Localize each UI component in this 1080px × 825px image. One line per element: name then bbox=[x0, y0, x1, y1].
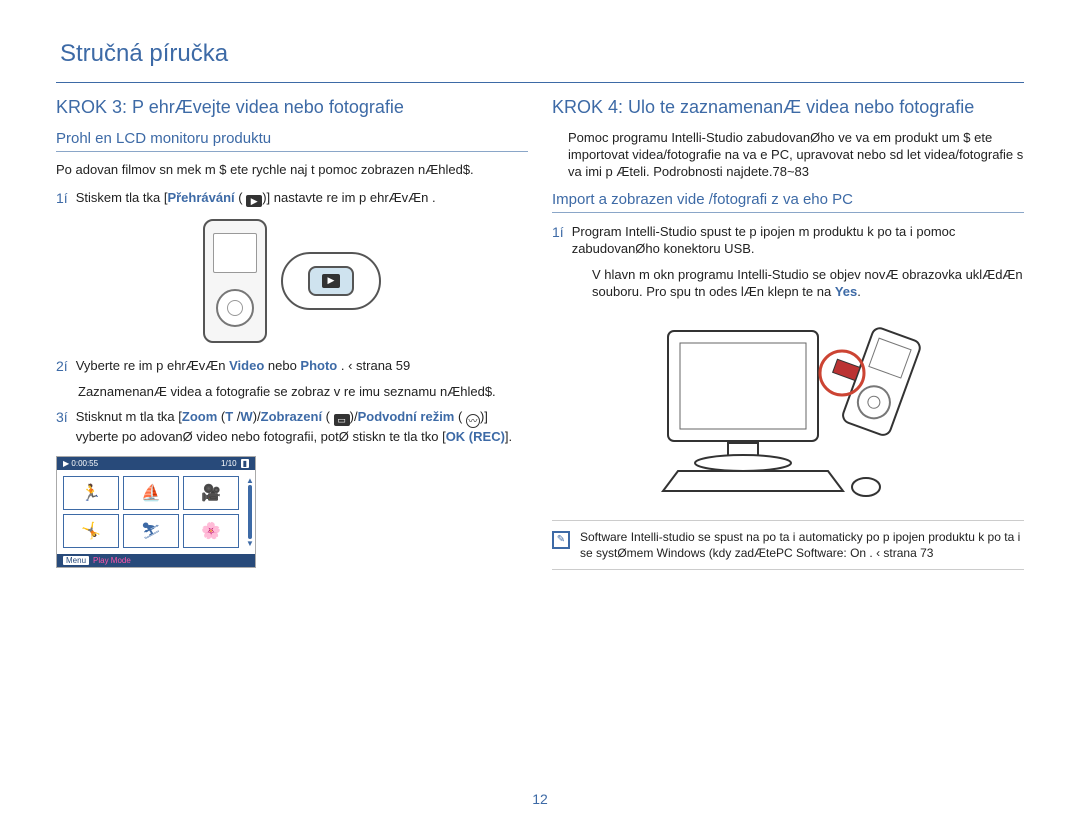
thumb-time: 0:00:55 bbox=[71, 459, 98, 468]
cam-dpad bbox=[216, 289, 254, 327]
thumb-grid-wrap: 🏃 ⛵ 🎥 🤸 ⛷ 🌸 ▲ ▼ bbox=[57, 470, 255, 554]
accent-text: Photo bbox=[300, 358, 337, 373]
pc-illustration-svg bbox=[628, 311, 948, 501]
pc-connection-figure bbox=[628, 311, 948, 504]
accent-text: Zoom bbox=[182, 409, 217, 424]
text: . bbox=[857, 284, 861, 299]
underwater-icon: 〰 bbox=[466, 414, 480, 428]
text: nebo bbox=[264, 358, 300, 373]
sub-rule-left bbox=[56, 151, 528, 152]
scroll-up-icon: ▲ bbox=[246, 476, 254, 485]
text: )/ bbox=[253, 409, 261, 424]
thumbnail-panel: ▶ 0:00:55 1/10 ▮ 🏃 ⛵ 🎥 🤸 ⛷ 🌸 ▲ ▼ bbox=[56, 456, 256, 568]
accent-text: OK (REC) bbox=[446, 429, 505, 444]
accent-text: Zobrazení bbox=[261, 409, 322, 424]
card-icon: ▮ bbox=[241, 459, 249, 468]
step3-intro: Po adovan filmov sn mek m $ ete rychle n… bbox=[56, 162, 528, 179]
play-icon: ▶ bbox=[246, 195, 262, 207]
callout-bubble: ▶ bbox=[281, 252, 381, 310]
list-body: Stiskem tla tka [Přehrávání ( ▶)] nastav… bbox=[76, 189, 528, 207]
step3-heading: KROK 3: P ehrÆvejte videa nebo fotografi… bbox=[56, 97, 528, 118]
note-text: Software Intelli-studio se spust na po t… bbox=[580, 529, 1024, 561]
list-number: 1í bbox=[552, 223, 564, 240]
list-body: Stisknut m tla tka [Zoom (T /W)/Zobrazen… bbox=[76, 408, 528, 446]
accent-text: Přehrávání bbox=[167, 190, 234, 205]
list-body: Program Intelli-Studio spust te p ipojen… bbox=[572, 223, 1024, 258]
thumb-grid: 🏃 ⛵ 🎥 🤸 ⛷ 🌸 bbox=[57, 470, 245, 554]
right-column: KROK 4: Ulo te zaznamenanÆ videa nebo fo… bbox=[552, 97, 1024, 570]
play-icon: ▶ bbox=[322, 274, 340, 288]
text: Vyberte re im p ehrÆvÆn bbox=[76, 358, 229, 373]
list-subtext: ZaznamenanÆ videa a fotografie se zobraz… bbox=[78, 383, 528, 401]
thumb-cell: 🎥 bbox=[183, 476, 239, 510]
text: )/ bbox=[350, 409, 358, 424]
step4-intro: Pomoc programu Intelli-Studio zabudovanØ… bbox=[568, 130, 1024, 181]
thumb-scrollbar: ▲ ▼ bbox=[245, 470, 255, 554]
device-figure: ▶ bbox=[56, 219, 528, 343]
text: ( bbox=[235, 190, 247, 205]
list-item-2: 2í Vyberte re im p ehrÆvÆn Video nebo Ph… bbox=[56, 357, 528, 375]
page-number: 12 bbox=[532, 791, 548, 807]
left-column: KROK 3: P ehrÆvejte videa nebo fotografi… bbox=[56, 97, 528, 570]
scroll-track bbox=[248, 485, 252, 539]
menu-tag: Menu bbox=[63, 556, 89, 565]
text: ]. bbox=[505, 429, 512, 444]
step3-subheading: Prohl en LCD monitoru produktu bbox=[56, 130, 528, 147]
list-subtext: V hlavn m okn programu Intelli-Studio se… bbox=[592, 266, 1024, 301]
text: ( bbox=[322, 409, 334, 424]
page-title: Stručná píručka bbox=[40, 40, 1040, 68]
thumb-topbar: ▶ 0:00:55 1/10 ▮ bbox=[57, 457, 255, 470]
cam-screen bbox=[213, 233, 257, 273]
mode-label: Play Mode bbox=[93, 556, 131, 565]
list-number: 1í bbox=[56, 189, 68, 206]
accent-text: W bbox=[240, 409, 252, 424]
thumb-cell: 🌸 bbox=[183, 514, 239, 548]
thumb-bottombar: Menu Play Mode bbox=[57, 554, 255, 567]
text: V hlavn m okn programu Intelli-Studio se… bbox=[592, 267, 1023, 300]
list-body: Vyberte re im p ehrÆvÆn Video nebo Photo… bbox=[76, 357, 528, 375]
play-button-illustration: ▶ bbox=[308, 266, 354, 296]
list-number: 3í bbox=[56, 408, 68, 425]
list-item-1: 1í Stiskem tla tka [Přehrávání ( ▶)] nas… bbox=[56, 189, 528, 207]
thumb-cell: ⛵ bbox=[123, 476, 179, 510]
accent-text: Podvodní režim bbox=[358, 409, 455, 424]
text: Stiskem tla tka [ bbox=[76, 190, 168, 205]
camcorder-illustration bbox=[203, 219, 267, 343]
display-icon: ▭ bbox=[334, 414, 350, 426]
list-item-3: 3í Stisknut m tla tka [Zoom (T /W)/Zobra… bbox=[56, 408, 528, 446]
thumb-cell: 🏃 bbox=[63, 476, 119, 510]
step4-heading: KROK 4: Ulo te zaznamenanÆ videa nebo fo… bbox=[552, 97, 1024, 118]
text: ( bbox=[454, 409, 466, 424]
step4-subheading: Import a zobrazen vide /fotografi z va e… bbox=[552, 191, 1024, 208]
text: . ‹ strana 59 bbox=[337, 358, 410, 373]
accent-text: Yes bbox=[835, 284, 857, 299]
sub-rule-right bbox=[552, 212, 1024, 213]
thumb-cell: 🤸 bbox=[63, 514, 119, 548]
two-column-layout: KROK 3: P ehrÆvejte videa nebo fotografi… bbox=[40, 97, 1040, 570]
note-row: ✎ Software Intelli-studio se spust na po… bbox=[552, 520, 1024, 570]
list-number: 2í bbox=[56, 357, 68, 374]
list-item-r1: 1í Program Intelli-Studio spust te p ipo… bbox=[552, 223, 1024, 258]
title-rule bbox=[56, 82, 1024, 83]
thumb-count: 1/10 bbox=[221, 459, 237, 468]
note-icon: ✎ bbox=[552, 531, 570, 549]
text: Software Intelli-studio se spust na po t… bbox=[580, 530, 1020, 560]
play-icon: ▶ bbox=[63, 459, 69, 468]
accent-text: Video bbox=[229, 358, 264, 373]
thumb-cell: ⛷ bbox=[123, 514, 179, 548]
text: Stisknut m tla tka [ bbox=[76, 409, 182, 424]
text: )] nastavte re im p ehrÆvÆn . bbox=[262, 190, 435, 205]
scroll-down-icon: ▼ bbox=[246, 539, 254, 548]
accent-text: T bbox=[225, 409, 237, 424]
